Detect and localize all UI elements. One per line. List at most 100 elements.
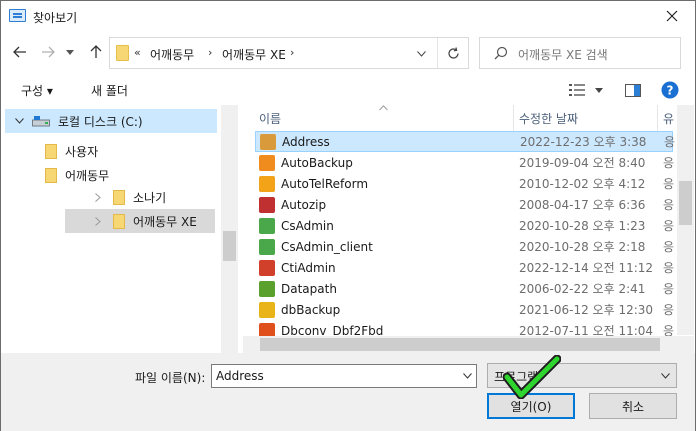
datapath-icon: [259, 280, 275, 297]
file-name: AutoBackup: [281, 155, 353, 170]
telephone-icon: [259, 175, 275, 192]
scrollbar-thumb[interactable]: [679, 181, 692, 225]
column-divider[interactable]: [513, 105, 514, 131]
chevron-down-icon: [595, 87, 603, 93]
preview-pane-icon: [625, 83, 641, 97]
folder-icon: [113, 189, 125, 205]
file-type: 응: [663, 198, 675, 212]
chevron-down-icon: [66, 49, 74, 55]
file-type: 응: [664, 135, 676, 149]
file-type: 응: [663, 177, 675, 191]
file-list-vertical-scrollbar[interactable]: [677, 105, 694, 335]
file-name: AutoTelReform: [281, 176, 369, 191]
tree-item-eokkaedongmu-xe[interactable]: 어깨동무 XE: [65, 209, 215, 233]
tree-item-users[interactable]: 사용자: [45, 139, 215, 163]
nav-pane-scrollbar[interactable]: [221, 105, 238, 353]
gear-icon: [259, 238, 275, 255]
refresh-button[interactable]: [442, 42, 464, 64]
organize-button[interactable]: 구성 ▾: [21, 82, 53, 99]
file-type: 응: [663, 261, 675, 275]
file-type: 응: [663, 156, 675, 170]
file-row[interactable]: CsAdmin_client 2020-10-28 오후 2:18 응: [255, 236, 675, 257]
toolbar: 구성 ▾ 새 폴더 ?: [1, 75, 695, 105]
folder-icon: [113, 213, 125, 229]
checkmark-icon: [503, 355, 561, 399]
chevron-down-icon: [661, 373, 670, 379]
open-file-dialog: 찾아보기 « 어깨동무 › 어깨동무 XE › 어깨동무 XE 검색 구성 ▾ …: [0, 0, 696, 431]
recent-locations-button[interactable]: [63, 41, 77, 63]
breadcrumb-overflow[interactable]: «: [134, 46, 141, 59]
file-row[interactable]: CsAdmin 2020-10-28 오후 1:23 응: [255, 215, 674, 236]
drive-icon: [32, 116, 50, 127]
file-row[interactable]: AutoBackup 2019-09-04 오전 8:40 응: [255, 152, 675, 173]
breadcrumb-item[interactable]: 어깨동무: [150, 46, 194, 63]
file-date: 2019-09-04 오전 8:40: [519, 156, 646, 170]
breadcrumb-separator: ›: [208, 46, 213, 59]
filename-label: 파일 이름(N):: [135, 371, 206, 385]
forward-button[interactable]: [37, 41, 59, 63]
arrow-right-icon: [42, 46, 55, 58]
breadcrumb-separator: ›: [290, 46, 295, 59]
breadcrumb-item[interactable]: 어깨동무 XE: [222, 46, 286, 63]
file-date: 2020-10-28 오후 1:23: [519, 219, 646, 233]
tree-item-local-disk[interactable]: 로컬 디스크 (C:): [5, 109, 217, 133]
file-date: 2010-12-02 오후 4:12: [519, 177, 646, 191]
window-app-icon: [259, 196, 275, 213]
search-icon: [494, 46, 508, 60]
address-bar[interactable]: « 어깨동무 › 어깨동무 XE ›: [109, 37, 469, 69]
phone-icon: [259, 259, 275, 276]
file-list-horizontal-scrollbar[interactable]: [243, 336, 677, 353]
new-folder-button[interactable]: 새 폴더: [91, 82, 128, 99]
filename-history-button[interactable]: [460, 368, 474, 384]
tree-item-label: 어깨동무: [65, 168, 110, 183]
tree-item-sonagi[interactable]: 소나기: [91, 185, 215, 209]
file-date: 2008-04-17 오후 6:36: [519, 198, 646, 212]
column-header-label: 유: [663, 111, 675, 126]
column-divider[interactable]: [657, 105, 658, 131]
file-type: 응: [663, 303, 675, 317]
dialog-icon: [9, 9, 26, 22]
scrollbar-thumb[interactable]: [260, 338, 660, 351]
search-input[interactable]: 어깨동무 XE 검색: [479, 37, 681, 69]
tree-item-label: 사용자: [65, 144, 99, 159]
preview-pane-button[interactable]: [625, 81, 641, 99]
column-header-type[interactable]: 유: [663, 105, 677, 131]
scrollbar-thumb[interactable]: [223, 231, 236, 261]
file-row[interactable]: Datapath 2006-02-22 오후 2:41 응: [255, 278, 674, 299]
help-button[interactable]: ?: [661, 81, 679, 99]
file-list: 이름 수정한 날짜 유 Address 2022-12-23 오후 3:38 응 Au…: [243, 105, 695, 353]
file-row[interactable]: AutoTelReform 2010-12-02 오후 4:12 응: [255, 173, 675, 194]
file-name: CsAdmin_client: [281, 239, 373, 254]
help-icon: ?: [661, 81, 679, 99]
column-header-label: 이름: [259, 111, 282, 126]
sort-ascending-icon: [379, 105, 388, 111]
chevron-right-icon: [95, 216, 101, 226]
svg-text:?: ?: [667, 84, 674, 98]
scrollbar-corner: [677, 336, 694, 353]
back-button[interactable]: [9, 41, 31, 63]
file-type: 응: [663, 240, 675, 254]
address-dropdown-button[interactable]: [414, 44, 428, 64]
list-view-icon: [569, 84, 585, 96]
column-header-label: 수정한 날짜: [519, 111, 579, 126]
close-button[interactable]: [649, 1, 695, 31]
divider: [437, 38, 438, 68]
cancel-button[interactable]: 취소: [589, 393, 677, 419]
file-date: 2021-06-12 오후 12:30: [519, 303, 654, 317]
view-options-button[interactable]: [569, 81, 603, 99]
filename-input[interactable]: Address: [211, 364, 477, 388]
file-row[interactable]: Address 2022-12-23 오후 3:38 응: [255, 131, 676, 152]
file-row[interactable]: Autozip 2008-04-17 오후 6:36 응: [255, 194, 675, 215]
address-book-icon: [260, 133, 276, 150]
chevron-down-icon: [462, 373, 472, 379]
tree-item-eokkaedongmu[interactable]: 어깨동무: [45, 163, 215, 187]
up-button[interactable]: [85, 41, 107, 63]
search-placeholder: 어깨동무 XE 검색: [518, 48, 608, 62]
file-row[interactable]: dbBackup 2021-06-12 오후 12:30 응: [255, 299, 675, 320]
column-header-date[interactable]: 수정한 날짜: [519, 105, 659, 131]
folder-icon: [116, 45, 129, 61]
file-name: CtiAdmin: [281, 260, 336, 275]
gear-icon: [259, 217, 275, 234]
file-name: dbBackup: [281, 302, 341, 317]
file-row[interactable]: CtiAdmin 2022-12-14 오전 11:12 응: [255, 257, 675, 278]
